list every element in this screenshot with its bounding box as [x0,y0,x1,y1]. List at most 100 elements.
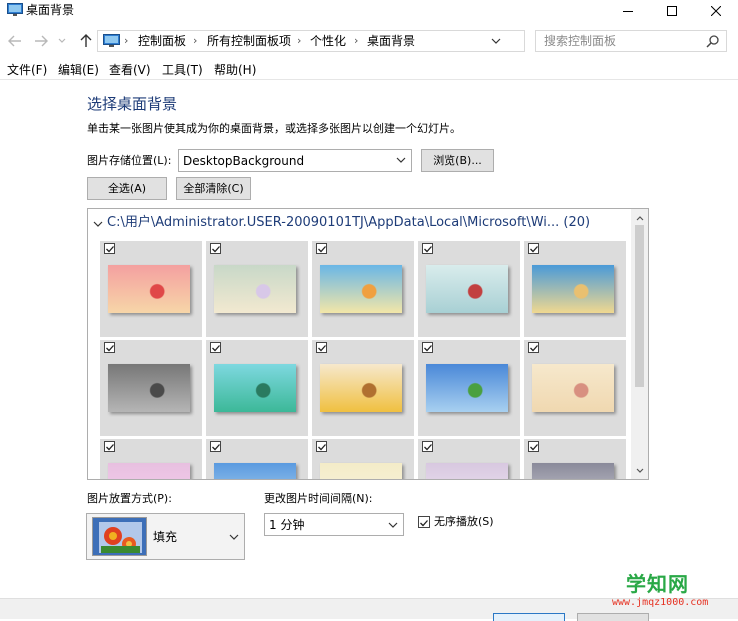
wallpaper-tile[interactable] [312,241,414,337]
vertical-scrollbar[interactable] [631,209,648,479]
breadcrumb-separator: › [297,34,302,47]
address-history-button[interactable] [488,33,504,49]
wallpaper-checkbox[interactable] [104,441,115,452]
breadcrumb-control-panel[interactable]: 控制面板 [138,34,186,48]
dusk-scene-wallpaper [532,463,614,479]
wallpaper-checkbox[interactable] [422,243,433,254]
close-icon [711,6,721,16]
wallpaper-tile[interactable] [418,340,520,436]
wallpaper-checkbox[interactable] [422,441,433,452]
wallpaper-tile[interactable] [524,439,626,479]
close-button[interactable] [694,0,738,22]
picture-location-label: 图片存储位置(L): [87,154,172,167]
clear-all-button[interactable]: 全部清除(C) [176,177,251,200]
change-interval-select[interactable]: 1 分钟 [264,513,404,536]
checkmark-icon [106,345,114,352]
maximize-icon [667,6,677,16]
blue-clouds-wallpaper [214,463,296,479]
menu-view[interactable]: 查看(V) [109,63,151,77]
scroll-down-button[interactable] [631,463,648,477]
menu-tools[interactable]: 工具(T) [162,63,203,77]
shuffle-checkbox[interactable] [418,516,430,528]
watermark: 学知网 www.jmqz1000.com [612,572,732,612]
maximize-button[interactable] [650,0,694,22]
checkmark-icon [424,246,432,253]
minimize-button[interactable] [606,0,650,22]
checkmark-icon [530,444,538,451]
select-all-button[interactable]: 全选(A) [87,177,167,200]
search-input[interactable]: 搜索控制面板 [535,30,727,52]
recent-locations-button[interactable] [56,32,68,50]
scroll-thumb[interactable] [635,225,644,387]
cancel-button[interactable] [577,613,649,621]
breadcrumb-desktop-background[interactable]: 桌面背景 [367,34,415,48]
wallpaper-tile[interactable] [312,439,414,479]
checkmark-icon [424,345,432,352]
up-button[interactable] [77,32,95,50]
address-bar[interactable]: › 控制面板 › 所有控制面板项 › 个性化 › 桌面背景 [97,30,618,52]
winter-bench-wallpaper [426,265,508,313]
menu-file[interactable]: 文件(F) [7,63,47,77]
back-arrow-icon [8,35,21,47]
menu-help[interactable]: 帮助(H) [214,63,256,77]
wallpaper-list[interactable]: C:\用户\Administrator.USER-20090101TJ\AppD… [87,208,649,480]
sand-heart-wallpaper [532,265,614,313]
wallpaper-checkbox[interactable] [210,342,221,353]
wallpaper-tile[interactable] [100,340,202,436]
sunflowers-wallpaper [320,364,402,412]
wallpaper-checkbox[interactable] [104,342,115,353]
forward-button[interactable] [32,32,50,50]
picture-position-select[interactable]: 填充 [86,513,245,560]
wallpaper-checkbox[interactable] [316,441,327,452]
wallpaper-group-path: C:\用户\Administrator.USER-20090101TJ\AppD… [107,215,591,230]
watermark-title: 学知网 [626,572,689,596]
girl-by-sea-wallpaper [532,364,614,412]
wallpaper-checkbox[interactable] [528,342,539,353]
wallpaper-checkbox[interactable] [316,342,327,353]
title-bar[interactable]: 桌面背景 [0,0,738,22]
page-title: 选择桌面背景 [87,95,178,113]
wallpaper-tile[interactable] [418,439,520,479]
scroll-up-button[interactable] [631,211,648,225]
save-changes-button[interactable] [493,613,565,621]
wallpaper-checkbox[interactable] [528,243,539,254]
checkmark-icon [530,246,538,253]
checkmark-icon [530,345,538,352]
picture-location-value: DesktopBackground [183,154,305,168]
checkmark-icon [106,444,114,451]
wallpaper-tile[interactable] [206,241,308,337]
lilac-scene-wallpaper [426,463,508,479]
wallpaper-tile[interactable] [206,340,308,436]
page-description: 单击某一张图片使其成为你的桌面背景，或选择多张图片以创建一个幻灯片。 [87,122,461,135]
wallpaper-tile[interactable] [524,241,626,337]
menu-edit[interactable]: 编辑(E) [58,63,99,77]
back-button[interactable] [6,32,24,50]
wallpaper-tile[interactable] [206,439,308,479]
change-interval-value: 1 分钟 [269,518,305,532]
wallpaper-tile[interactable] [312,340,414,436]
shuffle-label: 无序播放(S) [434,515,494,528]
picture-position-label: 图片放置方式(P): [87,492,172,505]
wallpaper-checkbox[interactable] [528,441,539,452]
picture-location-select[interactable]: DesktopBackground [178,149,412,172]
wallpaper-checkbox[interactable] [210,243,221,254]
wallpaper-checkbox[interactable] [316,243,327,254]
up-arrow-icon [80,34,92,47]
checkmark-icon [212,345,220,352]
checkmark-icon [106,246,114,253]
breadcrumb-separator: › [354,34,359,47]
checkmark-icon [424,444,432,451]
wallpaper-tile[interactable] [418,241,520,337]
wallpaper-checkbox[interactable] [422,342,433,353]
chevron-down-icon [395,154,407,166]
browse-button[interactable]: 浏览(B)... [421,149,494,172]
wallpaper-checkbox[interactable] [210,441,221,452]
wallpaper-checkbox[interactable] [104,243,115,254]
wallpaper-tile[interactable] [100,241,202,337]
wallpaper-tile[interactable] [524,340,626,436]
breadcrumb-personalization[interactable]: 个性化 [310,34,346,48]
wallpaper-tile[interactable] [100,439,202,479]
control-panel-icon [103,34,120,47]
breadcrumb-all-items[interactable]: 所有控制面板项 [207,34,291,48]
search-icon [706,34,720,48]
